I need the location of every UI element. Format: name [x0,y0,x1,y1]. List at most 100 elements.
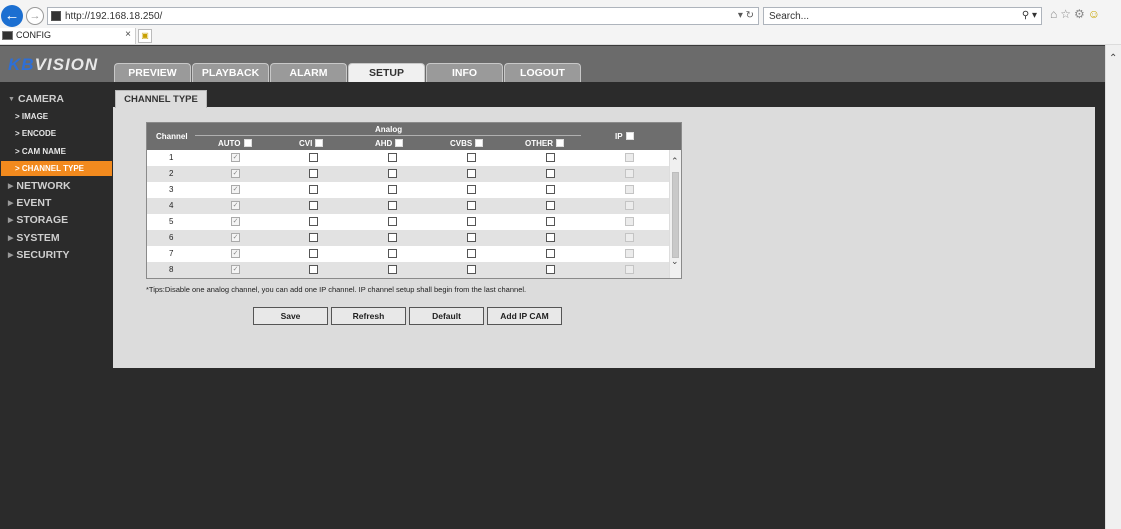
cvbs-checkbox[interactable] [467,249,476,258]
cvi-select-all-checkbox[interactable] [315,139,324,147]
auto-checkbox[interactable]: ✓ [231,265,240,274]
ip-checkbox[interactable] [625,169,634,178]
sidebar-item-encode[interactable]: > ENCODE [15,129,56,138]
save-button[interactable]: Save [253,307,328,325]
search-input[interactable]: Search... ⚲ ▾ [763,7,1042,25]
search-icon[interactable]: ⚲ ▾ [1022,10,1037,21]
sidebar-item-system[interactable]: ▶ SYSTEM [8,232,60,244]
ahd-checkbox[interactable] [388,169,397,178]
chevron-up-icon[interactable]: ⌃ [1109,53,1117,64]
scrollbar-thumb[interactable] [672,172,679,258]
tab-logout[interactable]: LOGOUT [504,63,581,83]
ip-checkbox[interactable] [625,265,634,274]
close-icon[interactable]: × [125,29,131,40]
settings-gear-icon[interactable]: ⚙ [1074,7,1088,21]
refresh-icon[interactable]: ▾ ↻ [738,10,754,21]
ip-checkbox[interactable] [625,185,634,194]
cvi-checkbox[interactable] [309,169,318,178]
auto-checkbox[interactable]: ✓ [231,201,240,210]
channel-type-tab[interactable]: CHANNEL TYPE [115,90,207,108]
cvbs-checkbox[interactable] [467,201,476,210]
chevron-up-icon[interactable]: ⌃ [671,156,679,167]
ahd-checkbox[interactable] [388,185,397,194]
new-tab-icon[interactable]: ▣ [138,29,152,43]
smiley-icon[interactable]: ☺ [1088,7,1103,21]
ahd-checkbox[interactable] [388,201,397,210]
cvi-checkbox[interactable] [309,249,318,258]
favorites-icon[interactable]: ☆ [1060,7,1074,21]
cvbs-select-all-checkbox[interactable] [475,139,484,147]
other-checkbox[interactable] [546,169,555,178]
ip-checkbox[interactable] [625,233,634,242]
browser-tab-config[interactable]: CONFIG × [0,28,136,44]
chevron-down-icon[interactable]: ⌄ [671,256,679,267]
ahd-checkbox[interactable] [388,249,397,258]
sidebar-item-network[interactable]: ▶ NETWORK [8,180,71,192]
tab-alarm[interactable]: ALARM [270,63,347,83]
cvbs-checkbox[interactable] [467,233,476,242]
forward-arrow-icon[interactable]: → [26,7,44,25]
tab-playback[interactable]: PLAYBACK [192,63,269,83]
table-header: Channel Analog AUTO CVI AHD CVBS OTHER I… [147,123,681,150]
other-checkbox[interactable] [546,217,555,226]
auto-checkbox[interactable]: ✓ [231,217,240,226]
other-checkbox[interactable] [546,265,555,274]
cvi-checkbox[interactable] [309,201,318,210]
cvi-checkbox[interactable] [309,217,318,226]
sidebar-item-security[interactable]: ▶ SECURITY [8,249,69,261]
cvi-checkbox[interactable] [309,185,318,194]
auto-checkbox[interactable]: ✓ [231,153,240,162]
cvi-checkbox[interactable] [309,233,318,242]
auto-checkbox[interactable]: ✓ [231,169,240,178]
ip-checkbox[interactable] [625,249,634,258]
tab-info[interactable]: INFO [426,63,503,83]
cvi-checkbox[interactable] [309,265,318,274]
cvbs-checkbox[interactable] [467,185,476,194]
ahd-checkbox[interactable] [388,217,397,226]
sidebar-item-storage[interactable]: ▶ STORAGE [8,214,68,226]
cvi-checkbox[interactable] [309,153,318,162]
home-icon[interactable]: ⌂ [1050,7,1060,21]
ahd-select-all-checkbox[interactable] [395,139,404,147]
other-checkbox[interactable] [546,233,555,242]
url-input[interactable]: http://192.168.18.250/ ▾ ↻ [47,7,759,25]
ip-checkbox[interactable] [625,201,634,210]
sidebar-item-channel-type[interactable]: > CHANNEL TYPE [1,161,112,176]
ahd-checkbox[interactable] [388,153,397,162]
table-row: 6 ✓ [147,230,669,246]
ip-checkbox[interactable] [625,217,634,226]
sidebar-item-image[interactable]: > IMAGE [15,112,48,121]
cvbs-checkbox[interactable] [467,217,476,226]
tab-preview[interactable]: PREVIEW [114,63,191,83]
cvi-header: CVI [299,139,324,148]
ip-select-all-checkbox[interactable] [625,132,634,140]
tab-setup[interactable]: SETUP [348,63,425,83]
sidebar-item-camera[interactable]: ▼ CAMERA [8,93,64,105]
ahd-checkbox[interactable] [388,233,397,242]
ip-checkbox[interactable] [625,153,634,162]
other-select-all-checkbox[interactable] [556,139,564,147]
refresh-button[interactable]: Refresh [331,307,406,325]
other-checkbox[interactable] [546,249,555,258]
cvbs-header: CVBS [450,139,484,148]
other-checkbox[interactable] [546,185,555,194]
auto-checkbox[interactable]: ✓ [231,185,240,194]
cvbs-checkbox[interactable] [467,153,476,162]
add-ip-cam-button[interactable]: Add IP CAM [487,307,562,325]
cvbs-checkbox[interactable] [467,169,476,178]
cvbs-checkbox[interactable] [467,265,476,274]
sidebar-item-cam-name[interactable]: > CAM NAME [15,147,66,156]
auto-select-all-checkbox[interactable] [243,139,252,147]
sidebar-item-event[interactable]: ▶ EVENT [8,197,51,209]
page-scrollbar[interactable]: ⌃ [1105,45,1121,529]
auto-checkbox[interactable]: ✓ [231,249,240,258]
table-scrollbar[interactable]: ⌃ ⌄ [669,150,681,278]
ahd-checkbox[interactable] [388,265,397,274]
auto-checkbox[interactable]: ✓ [231,233,240,242]
other-checkbox[interactable] [546,201,555,210]
default-button[interactable]: Default [409,307,484,325]
back-arrow-icon[interactable]: ← [1,5,23,27]
other-checkbox[interactable] [546,153,555,162]
table-row: 7 ✓ [147,246,669,262]
app-header: KBVISION PREVIEW PLAYBACK ALARM SETUP IN… [0,45,1105,83]
